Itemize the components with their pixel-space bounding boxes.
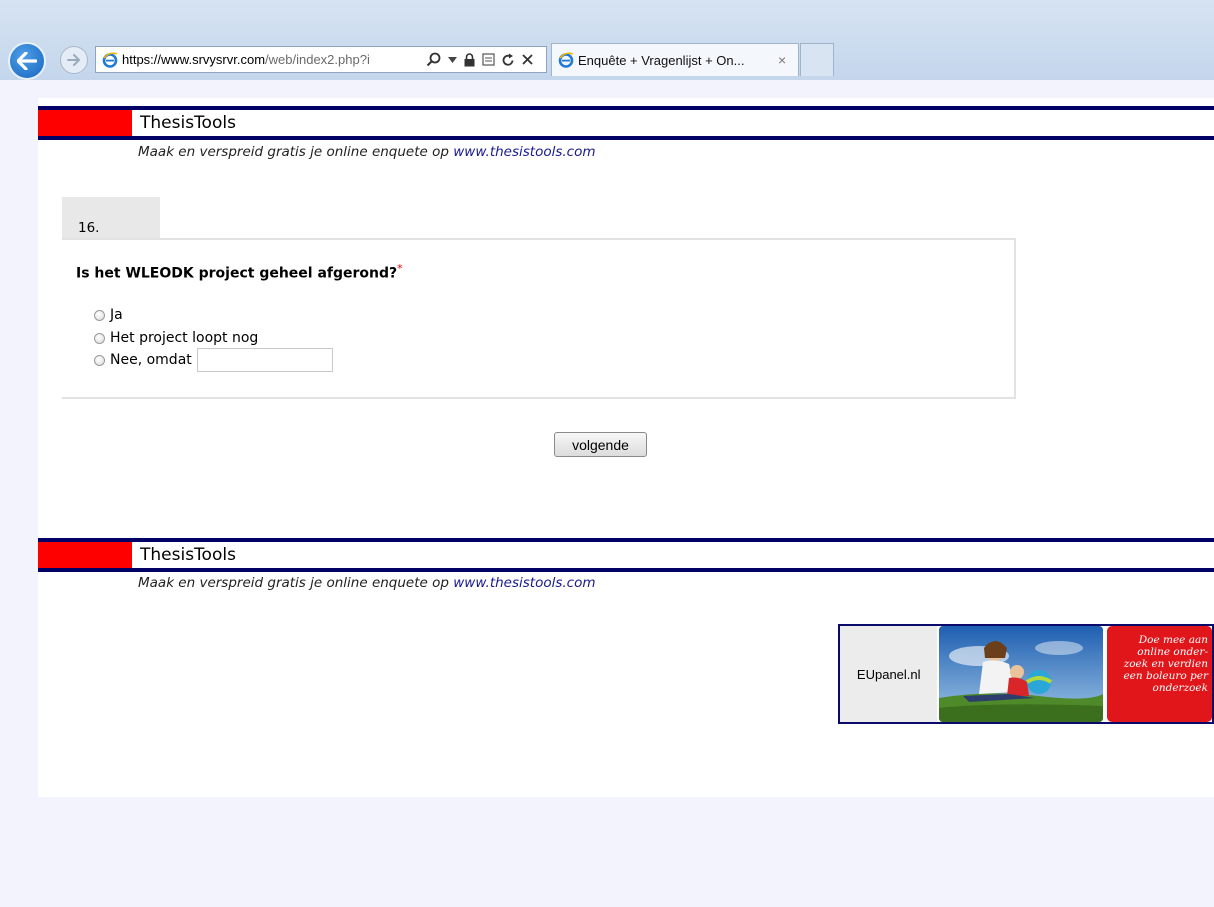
lock-icon[interactable] [464, 52, 475, 67]
banner-bottom-rule [38, 136, 1214, 140]
question-box: Is het WLEODK project geheel afgerond?* … [62, 238, 1016, 399]
question-number-tab: 16. [62, 197, 160, 239]
ad-promo-line: onderzoek [1152, 682, 1208, 694]
arrow-right-icon [67, 54, 80, 66]
ad-promo-line: Doe mee aan [1138, 634, 1208, 646]
tab-close-icon[interactable]: × [778, 52, 786, 68]
option-nee-omdat[interactable]: Nee, omdat [94, 348, 333, 372]
page-content: ThesisTools Maak en verspreid gratis je … [38, 98, 1214, 797]
ad-promo: Doe mee aan online onder- zoek en verdie… [1106, 626, 1212, 722]
new-tab-button[interactable] [800, 43, 834, 76]
header-brand: ThesisTools [140, 113, 236, 133]
header-banner: ThesisTools [38, 106, 1214, 140]
ad-promo-line: zoek en verdien [1123, 658, 1208, 670]
tagline-link[interactable]: www.thesistools.com [453, 144, 595, 160]
stop-icon[interactable] [522, 54, 533, 65]
address-bar[interactable]: https://www.srvysrvr.com/web/index2.php?… [95, 46, 547, 73]
dropdown-arrow-icon[interactable] [448, 56, 457, 63]
ie-logo-icon [102, 51, 118, 68]
reason-input[interactable] [196, 348, 333, 372]
ad-promo-line: een boleuro per [1123, 670, 1208, 682]
tagline-link[interactable]: www.thesistools.com [453, 575, 595, 591]
banner-top-rule [38, 538, 1214, 542]
question-text: Is het WLEODK project geheel afgerond?* [76, 262, 403, 282]
option-label: Nee, omdat [110, 352, 192, 368]
footer-banner: ThesisTools [38, 538, 1214, 572]
question-number: 16. [78, 220, 100, 236]
ad-photo [939, 626, 1103, 722]
ad-photo-image [939, 626, 1103, 722]
ad-banner[interactable]: EUpanel.nl Doe mee aan online onder- zoe… [838, 624, 1214, 724]
search-icon[interactable] [426, 52, 441, 67]
browser-chrome: https://www.srvysrvr.com/web/index2.php?… [0, 0, 1214, 80]
browser-tab[interactable]: Enquête + Vragenlijst + On... × [551, 43, 799, 76]
ad-promo-line: online onder- [1137, 646, 1208, 658]
required-marker: * [397, 262, 403, 275]
option-ja[interactable]: Ja [94, 307, 123, 323]
url-host: https://www.srvysrvr.com [122, 52, 266, 67]
radio-loopt-nog[interactable] [94, 332, 105, 344]
arrow-left-icon [17, 52, 37, 70]
tagline-text: Maak en verspreid gratis je online enque… [138, 144, 454, 160]
question-label: Is het WLEODK project geheel afgerond? [76, 265, 398, 282]
ad-label: EUpanel.nl [840, 626, 938, 722]
banner-red-block [38, 110, 132, 136]
compatibility-view-icon[interactable] [482, 53, 495, 66]
refresh-icon[interactable] [502, 53, 515, 67]
radio-nee-omdat[interactable] [94, 354, 105, 366]
banner-bottom-rule [38, 568, 1214, 572]
tagline-text: Maak en verspreid gratis je online enque… [138, 575, 454, 591]
next-button[interactable]: volgende [554, 432, 647, 457]
back-button[interactable] [8, 42, 46, 80]
radio-ja[interactable] [94, 309, 105, 321]
footer-brand: ThesisTools [140, 545, 236, 565]
url-path: /web/index2.php?i [265, 52, 370, 67]
option-label: Ja [110, 307, 123, 323]
option-label: Het project loopt nog [110, 330, 259, 346]
forward-button[interactable] [60, 46, 88, 74]
url-text[interactable]: https://www.srvysrvr.com/web/index2.php?… [122, 52, 422, 67]
tab-title: Enquête + Vragenlijst + On... [578, 52, 745, 68]
header-tagline: Maak en verspreid gratis je online enque… [138, 144, 596, 160]
ie-logo-icon [558, 52, 574, 68]
banner-red-block [38, 542, 132, 568]
banner-top-rule [38, 106, 1214, 110]
option-loopt-nog[interactable]: Het project loopt nog [94, 330, 258, 346]
footer-tagline: Maak en verspreid gratis je online enque… [138, 575, 596, 591]
